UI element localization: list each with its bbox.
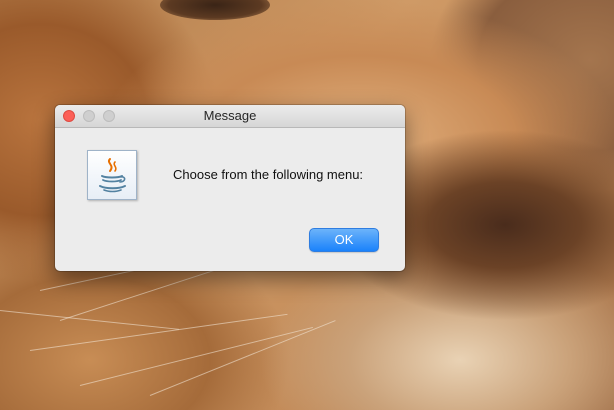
desktop-wallpaper: Message Choose from the following menu: … bbox=[0, 0, 614, 410]
wallpaper-whisker bbox=[29, 313, 288, 351]
message-dialog: Message Choose from the following menu: … bbox=[55, 105, 405, 271]
dialog-title: Message bbox=[203, 108, 257, 123]
java-cup-icon bbox=[87, 150, 137, 200]
ok-button[interactable]: OK bbox=[309, 228, 379, 252]
dialog-content: Choose from the following menu: OK bbox=[55, 128, 405, 271]
dialog-message: Choose from the following menu: bbox=[173, 167, 364, 182]
wallpaper-whisker bbox=[0, 310, 180, 330]
dialog-titlebar[interactable]: Message bbox=[55, 105, 405, 128]
wallpaper-lion-eye bbox=[160, 0, 270, 20]
wallpaper-whisker bbox=[149, 320, 336, 396]
